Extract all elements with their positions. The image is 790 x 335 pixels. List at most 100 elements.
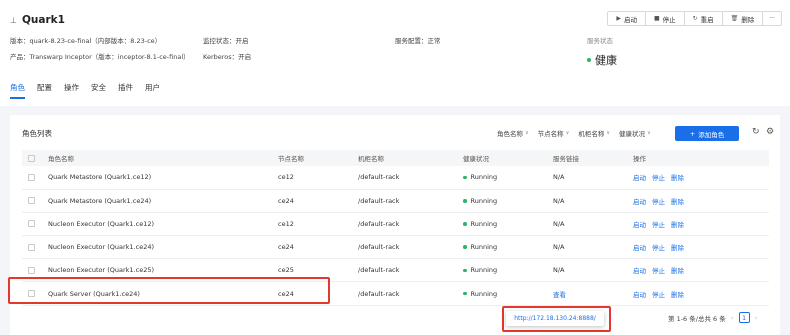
cell-health: Running	[457, 212, 547, 237]
tab-operations[interactable]: 操作	[64, 82, 79, 99]
running-dot-icon	[463, 268, 467, 273]
tab-roles[interactable]: 角色	[10, 82, 25, 99]
row-checkbox[interactable]	[28, 266, 35, 274]
row-delete-link[interactable]: 删除	[671, 291, 684, 299]
add-role-button[interactable]: + 添加角色	[675, 126, 739, 141]
row-start-link[interactable]: 启动	[633, 198, 646, 206]
service-link-na: N/A	[553, 243, 565, 252]
cell-health: Running	[457, 281, 547, 306]
more-button[interactable]: ···	[763, 12, 781, 25]
cell-role-name: Nucleon Executor (Quark1.ce24)	[42, 235, 272, 260]
row-start-link[interactable]: 启动	[633, 244, 646, 252]
row-stop-link[interactable]: 停止	[652, 174, 665, 182]
filter-rack-name[interactable]: 机柜名称 ∨	[578, 128, 610, 138]
chevron-down-icon: ∨	[647, 130, 651, 136]
refresh-icon[interactable]: ↻	[752, 127, 760, 137]
cell-rack-name: /default-rack	[352, 189, 457, 213]
role-table: 角色名称 节点名称 机柜名称 健康状况 服务链接 操作 Quark Metast…	[22, 150, 769, 306]
row-checkbox[interactable]	[28, 290, 35, 298]
settings-gear-icon[interactable]: ⚙	[766, 127, 774, 137]
row-checkbox[interactable]	[28, 197, 35, 205]
row-start-link[interactable]: 启动	[633, 291, 646, 299]
chevron-down-icon: ∨	[525, 130, 529, 136]
row-stop-link[interactable]: 停止	[652, 221, 665, 229]
cell-actions: 启动 停止 删除	[627, 281, 769, 306]
row-start-link[interactable]: 启动	[633, 174, 646, 182]
cell-service-link: N/A	[547, 166, 627, 190]
stop-button[interactable]: ■ 停止	[646, 12, 685, 25]
cell-service-link[interactable]: 查看	[547, 281, 627, 306]
row-checkbox[interactable]	[28, 173, 35, 181]
tab-config[interactable]: 配置	[37, 82, 52, 99]
cell-health: Running	[457, 258, 547, 283]
delete-button[interactable]: 🗑 删除	[723, 12, 764, 25]
chevron-down-icon: ∨	[606, 130, 611, 136]
restart-button[interactable]: ↻ 重启	[685, 12, 723, 25]
table-row: Nucleon Executor (Quark1.ce24) ce24 /def…	[22, 235, 769, 260]
health-label: 服务状态	[587, 37, 613, 45]
filter-node-name[interactable]: 节点名称 ∨	[538, 128, 570, 138]
row-delete-link[interactable]: 删除	[671, 221, 684, 229]
pagination: 第 1-6 条/总共 6 条 ‹ 1 ›	[668, 312, 757, 323]
monitor-status: 监控状态：开启	[203, 37, 249, 45]
filter-role-name[interactable]: 角色名称 ∨	[497, 128, 529, 138]
cell-health: Running	[457, 189, 547, 213]
prev-page-icon[interactable]: ‹	[731, 314, 734, 322]
cell-node-name: ce12	[272, 212, 352, 237]
version-info: 版本：quark-8.23-ce-final（内部版本：8.23-ce）	[10, 37, 162, 45]
next-page-icon[interactable]: ›	[755, 314, 758, 322]
health-status: 健康	[587, 52, 617, 68]
pin-icon[interactable]: ⊥	[10, 16, 17, 25]
row-delete-link[interactable]: 删除	[671, 244, 684, 252]
filter-health[interactable]: 健康状况 ∨	[619, 128, 651, 138]
cell-rack-name: /default-rack	[352, 166, 457, 190]
start-button[interactable]: ▶ 启动	[608, 12, 646, 25]
cell-node-name: ce24	[272, 281, 352, 306]
config-status: 服务配置：正常	[395, 37, 441, 45]
row-checkbox[interactable]	[28, 243, 35, 251]
tab-users[interactable]: 用户	[145, 82, 160, 99]
cell-role-name: Quark Metastore (Quark1.ce24)	[42, 189, 272, 213]
cell-actions: 启动 停止 删除	[627, 166, 769, 190]
cell-role-name: Nucleon Executor (Quark1.ce12)	[42, 212, 272, 237]
role-list-title: 角色列表	[22, 129, 52, 138]
health-dot-icon	[587, 58, 591, 62]
running-dot-icon	[463, 291, 467, 296]
cell-actions: 启动 停止 删除	[627, 189, 769, 213]
row-stop-link[interactable]: 停止	[652, 291, 665, 299]
cell-health: Running	[457, 166, 547, 190]
cell-rack-name: /default-rack	[352, 212, 457, 237]
select-all-checkbox[interactable]	[28, 154, 35, 162]
tab-security[interactable]: 安全	[91, 82, 106, 99]
row-start-link[interactable]: 启动	[633, 221, 646, 229]
row-delete-link[interactable]: 删除	[671, 267, 684, 275]
pagination-summary: 第 1-6 条/总共 6 条	[668, 314, 726, 323]
cell-node-name: ce12	[272, 166, 352, 190]
row-delete-link[interactable]: 删除	[671, 198, 684, 206]
content-area: 角色列表 角色名称 ∨ 节点名称 ∨ 机柜名称 ∨ 健康状况 ∨ + 添加角色 ↻ ⚙ …	[0, 106, 790, 335]
delete-icon: 🗑	[730, 15, 739, 22]
cell-rack-name: /default-rack	[352, 258, 457, 283]
row-stop-link[interactable]: 停止	[652, 244, 665, 252]
cell-actions: 启动 停止 删除	[627, 212, 769, 237]
row-stop-link[interactable]: 停止	[652, 198, 665, 206]
cell-node-name: ce24	[272, 189, 352, 213]
col-service-link: 服务链接	[547, 150, 627, 166]
page-1-button[interactable]: 1	[738, 312, 750, 323]
cell-node-name: ce24	[272, 235, 352, 260]
cell-service-link: N/A	[547, 235, 627, 260]
tab-plugins[interactable]: 插件	[118, 82, 133, 99]
service-title: ⊥ Quark1	[10, 14, 65, 26]
row-stop-link[interactable]: 停止	[652, 267, 665, 275]
row-start-link[interactable]: 启动	[633, 267, 646, 275]
product-info: 产品：Transwarp Inceptor（版本：inceptor-8.1-ce…	[10, 53, 190, 61]
row-delete-link[interactable]: 删除	[671, 174, 684, 182]
restart-icon: ↻	[692, 15, 698, 22]
service-link-tooltip[interactable]: http://172.18.130.24:8888/	[506, 311, 604, 326]
table-row: Quark Metastore (Quark1.ce12) ce12 /defa…	[22, 166, 769, 190]
row-checkbox[interactable]	[28, 220, 35, 228]
view-link[interactable]: 查看	[553, 291, 566, 299]
more-icon: ···	[769, 15, 775, 22]
cell-role-name: Quark Server (Quark1.ce24)	[42, 281, 272, 306]
col-actions: 操作	[627, 150, 769, 166]
